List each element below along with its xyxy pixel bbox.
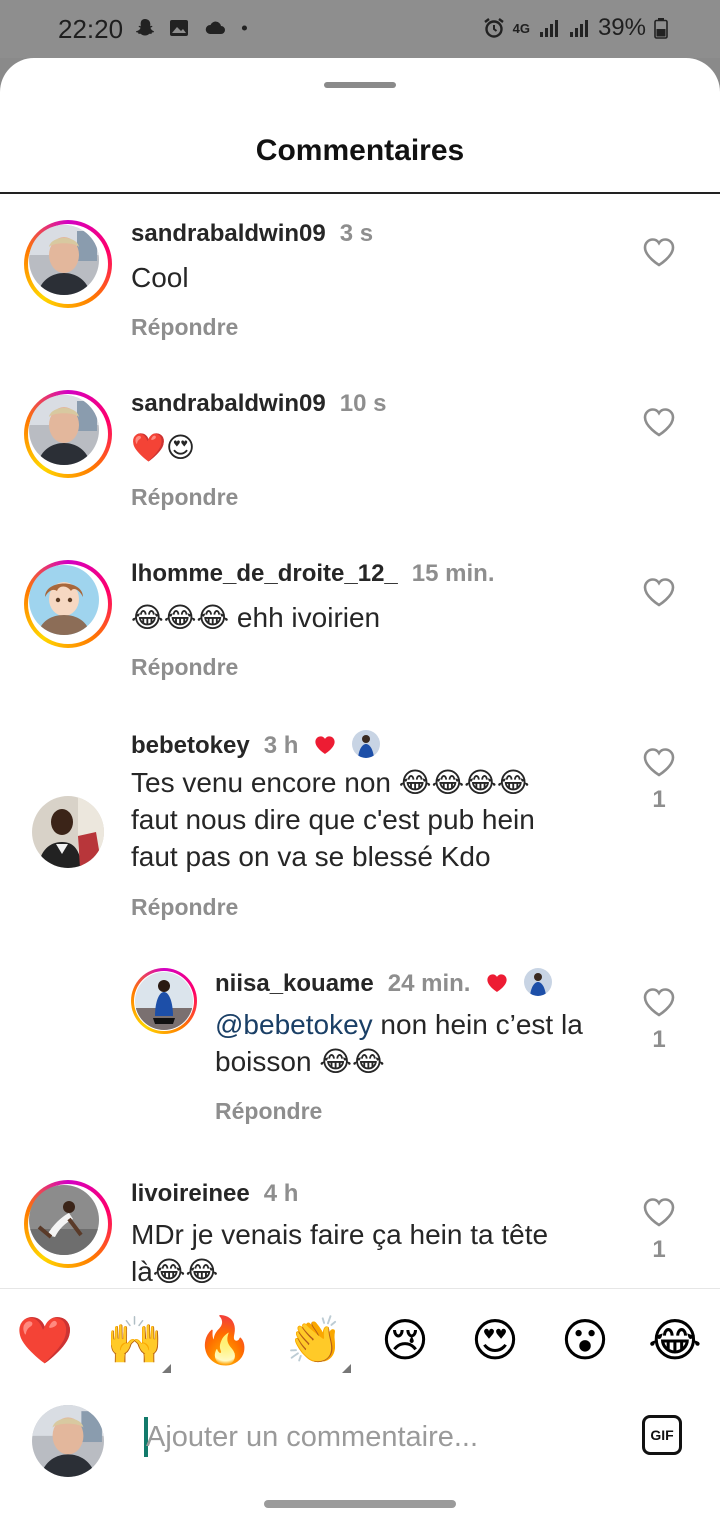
comment-text-line: là😂😂 (131, 1256, 219, 1287)
battery-percent: 39% (597, 14, 646, 41)
comment-input-bar: GIF (0, 1385, 720, 1495)
status-left-icons (134, 17, 254, 39)
avatar[interactable] (24, 560, 112, 648)
avatar-photo (29, 565, 99, 635)
author-mini-avatar (523, 968, 552, 996)
battery-icon (654, 18, 668, 39)
snapchat-icon (136, 19, 154, 36)
like-heart-icon[interactable] (642, 406, 676, 438)
comment-username[interactable]: bebetokey 3 h (131, 730, 380, 760)
signal-icon (569, 20, 588, 37)
author-liked-heart-icon (487, 974, 507, 992)
avatar[interactable] (32, 796, 104, 868)
signal-icon (539, 20, 558, 37)
alarm-icon (483, 18, 504, 38)
gallery-icon (170, 20, 188, 36)
like-count: 1 (652, 1026, 666, 1053)
comment-time: 3 s (339, 220, 374, 247)
status-right: 4G 39% (483, 14, 668, 42)
comment-item: livoireinee 4 h MDr je venais faire ça he… (0, 1154, 720, 1288)
network-type: 4G (512, 20, 530, 36)
comment-username[interactable]: lhomme_de_droite_12_ 15 min. (131, 560, 494, 588)
comment-item: sandrabaldwin09 10 s ❤️😍 Répondre (0, 364, 720, 534)
comment-time: 10 s (339, 390, 387, 417)
current-user-avatar (32, 1405, 104, 1477)
comment-text: ❤️😍 (131, 432, 196, 463)
status-bar: 22:20 4G 39% (0, 0, 720, 58)
reply-button[interactable]: Répondre (131, 654, 238, 681)
like-heart-icon[interactable] (642, 746, 676, 778)
comment-text: MDr je venais faire ça hein ta tête là😂😂 (131, 1216, 548, 1288)
comment-text-line: MDr je venais faire ça hein ta tête (131, 1219, 549, 1250)
comment-item: bebetokey 3 h Tes venu encore non 😂😂😂😂 fa… (0, 704, 720, 944)
comment-text: 😂😂😂 ehh ivoirien (131, 602, 381, 633)
drag-handle[interactable] (324, 82, 396, 88)
comment-username[interactable]: sandrabaldwin09 3 s (131, 220, 373, 248)
avatar[interactable] (24, 390, 112, 478)
reaction-red-heart[interactable]: ❤️ (16, 1313, 74, 1367)
like-heart-icon[interactable] (642, 576, 676, 608)
variant-indicator (162, 1364, 171, 1373)
comment-text-line: Tes venu encore non 😂😂😂😂 (131, 767, 530, 798)
like-heart-icon[interactable] (642, 236, 676, 268)
status-time: 22:20 (58, 14, 124, 44)
cloud-icon (205, 21, 225, 34)
variant-indicator (342, 1364, 351, 1373)
home-indicator[interactable] (264, 1500, 456, 1508)
avatar[interactable] (24, 1180, 112, 1268)
reply-comment-item: niisa_kouame 24 min. @bebetokey non hein … (0, 944, 720, 1154)
comment-input[interactable] (146, 1413, 616, 1461)
avatar-photo (29, 1185, 99, 1255)
reaction-crying-face[interactable]: 😢 (376, 1313, 434, 1367)
reply-button[interactable]: Répondre (131, 894, 238, 921)
reaction-surprised-face[interactable]: 😮 (556, 1313, 614, 1367)
reply-button[interactable]: Répondre (131, 484, 238, 511)
reaction-clapping-hands[interactable]: 👏 (286, 1313, 344, 1367)
comment-time: 15 min. (411, 560, 495, 587)
sheet-title: Commentaires (255, 134, 465, 167)
reaction-fire[interactable]: 🔥 (196, 1313, 254, 1367)
reaction-raising-hands[interactable]: 🙌 (106, 1313, 164, 1367)
author-mini-avatar (351, 730, 380, 758)
author-liked-heart-icon (315, 736, 335, 754)
comment-text: Cool (131, 262, 189, 293)
avatar-photo (29, 225, 99, 295)
like-count: 1 (652, 786, 666, 813)
comment-text-line: faut pas on va se blessé Kdo (131, 841, 491, 872)
comment-time: 4 h (263, 1180, 299, 1207)
comment-text: @bebetokey non hein c’est la boisson 😂😂 (215, 1006, 583, 1080)
like-heart-icon[interactable] (642, 986, 676, 1018)
comment-time: 24 min. (387, 970, 471, 997)
reply-button[interactable]: Répondre (215, 1098, 322, 1125)
like-heart-icon[interactable] (642, 1196, 676, 1228)
reaction-tears-of-joy[interactable]: 😂 (646, 1313, 704, 1367)
avatar[interactable] (131, 968, 197, 1034)
avatar-photo (135, 972, 193, 1030)
gif-button[interactable]: GIF (642, 1415, 682, 1455)
dot-icon (241, 25, 247, 31)
comments-list[interactable]: sandrabaldwin09 3 s Cool Répondre sandrab… (0, 194, 720, 1288)
like-count: 1 (652, 1236, 666, 1263)
comment-item: sandrabaldwin09 3 s Cool Répondre (0, 194, 720, 364)
comment-text-line: boisson 😂😂 (215, 1046, 385, 1077)
comment-username[interactable]: livoireinee 4 h (131, 1180, 298, 1208)
quick-reactions-bar: ❤️ 🙌 🔥 👏 😢 😍 😮 😂 (0, 1288, 720, 1386)
avatar[interactable] (24, 220, 112, 308)
comments-sheet: Commentaires sandrabaldwin09 3 s Cool Rép… (0, 58, 720, 1520)
reply-button[interactable]: Répondre (131, 314, 238, 341)
avatar-photo (29, 395, 99, 465)
comment-username[interactable]: niisa_kouame 24 min. (215, 968, 552, 998)
comment-text: Tes venu encore non 😂😂😂😂 faut nous dire … (131, 764, 535, 875)
mention-link[interactable]: @bebetokey (215, 1009, 373, 1040)
comment-username[interactable]: sandrabaldwin09 10 s (131, 390, 386, 418)
reaction-heart-eyes[interactable]: 😍 (466, 1313, 524, 1367)
comment-text-line: faut nous dire que c'est pub hein (131, 804, 535, 835)
comment-item: lhomme_de_droite_12_ 15 min. 😂😂😂 ehh ivoi… (0, 534, 720, 704)
comment-time: 3 h (263, 732, 299, 759)
